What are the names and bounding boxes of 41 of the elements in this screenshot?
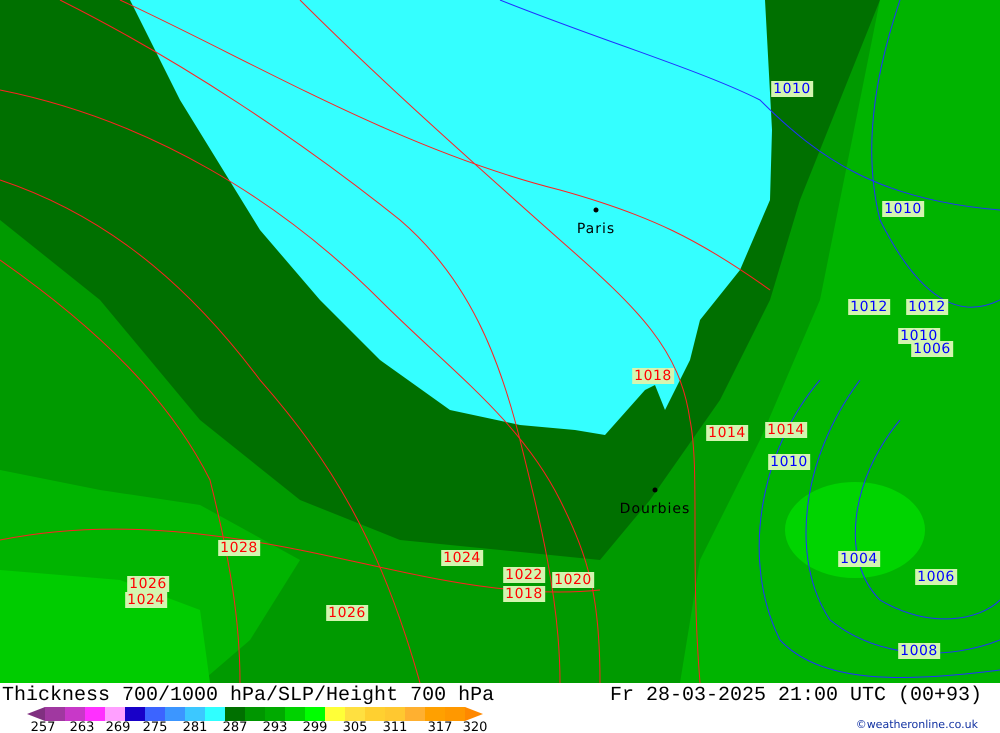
contour-label: 1012	[906, 299, 948, 315]
city-dot	[594, 208, 598, 212]
contour-label: 1012	[848, 299, 890, 315]
contour-label: 1018	[503, 586, 545, 602]
contour-label: 1006	[915, 569, 957, 585]
scale-label: 287	[222, 721, 248, 733]
scale-label: 281	[182, 721, 208, 733]
scale-arrow-icon	[465, 707, 483, 721]
scale-arrow-icon	[27, 707, 45, 721]
contour-label: 1014	[706, 425, 748, 441]
contour-label: 1022	[503, 567, 545, 583]
scale-label: 275	[142, 721, 168, 733]
contour-label: 1024	[125, 592, 167, 608]
credit-link[interactable]: ©weatheronline.co.uk	[856, 718, 978, 731]
contour-label: 1014	[765, 422, 807, 438]
scale-label: 263	[70, 721, 94, 733]
contour-label: 1026	[326, 605, 368, 621]
contour-label: 1008	[898, 643, 940, 659]
contour-label: 1026	[127, 576, 169, 592]
scale-label: 305	[342, 721, 368, 733]
contour-label: 1010	[771, 81, 813, 97]
scale-label: 317	[428, 721, 452, 733]
contour-label: 1010	[882, 201, 924, 217]
scale-label: 269	[106, 721, 130, 733]
contour-label: 1028	[218, 540, 260, 556]
scale-label: 299	[302, 721, 328, 733]
valid-time: Fr 28-03-2025 21:00 UTC (00+93)	[610, 685, 982, 707]
contour-label: 1020	[552, 572, 594, 588]
contour-label: 1004	[838, 551, 880, 567]
city-dot	[652, 488, 658, 492]
contour-label: 1010	[768, 454, 810, 470]
scale-label: 320	[462, 721, 488, 733]
scale-label: 257	[30, 721, 56, 733]
scale-label: 311	[382, 721, 408, 733]
contour-label: 1006	[911, 341, 953, 357]
city-label: Dourbies	[620, 502, 690, 516]
city-label: Paris	[576, 222, 616, 236]
contour-label: 1024	[441, 550, 483, 566]
contour-label: 1018	[632, 368, 674, 384]
scale-label: 293	[262, 721, 288, 733]
chart-title: Thickness 700/1000 hPa/SLP/Height 700 hPa	[2, 685, 494, 707]
